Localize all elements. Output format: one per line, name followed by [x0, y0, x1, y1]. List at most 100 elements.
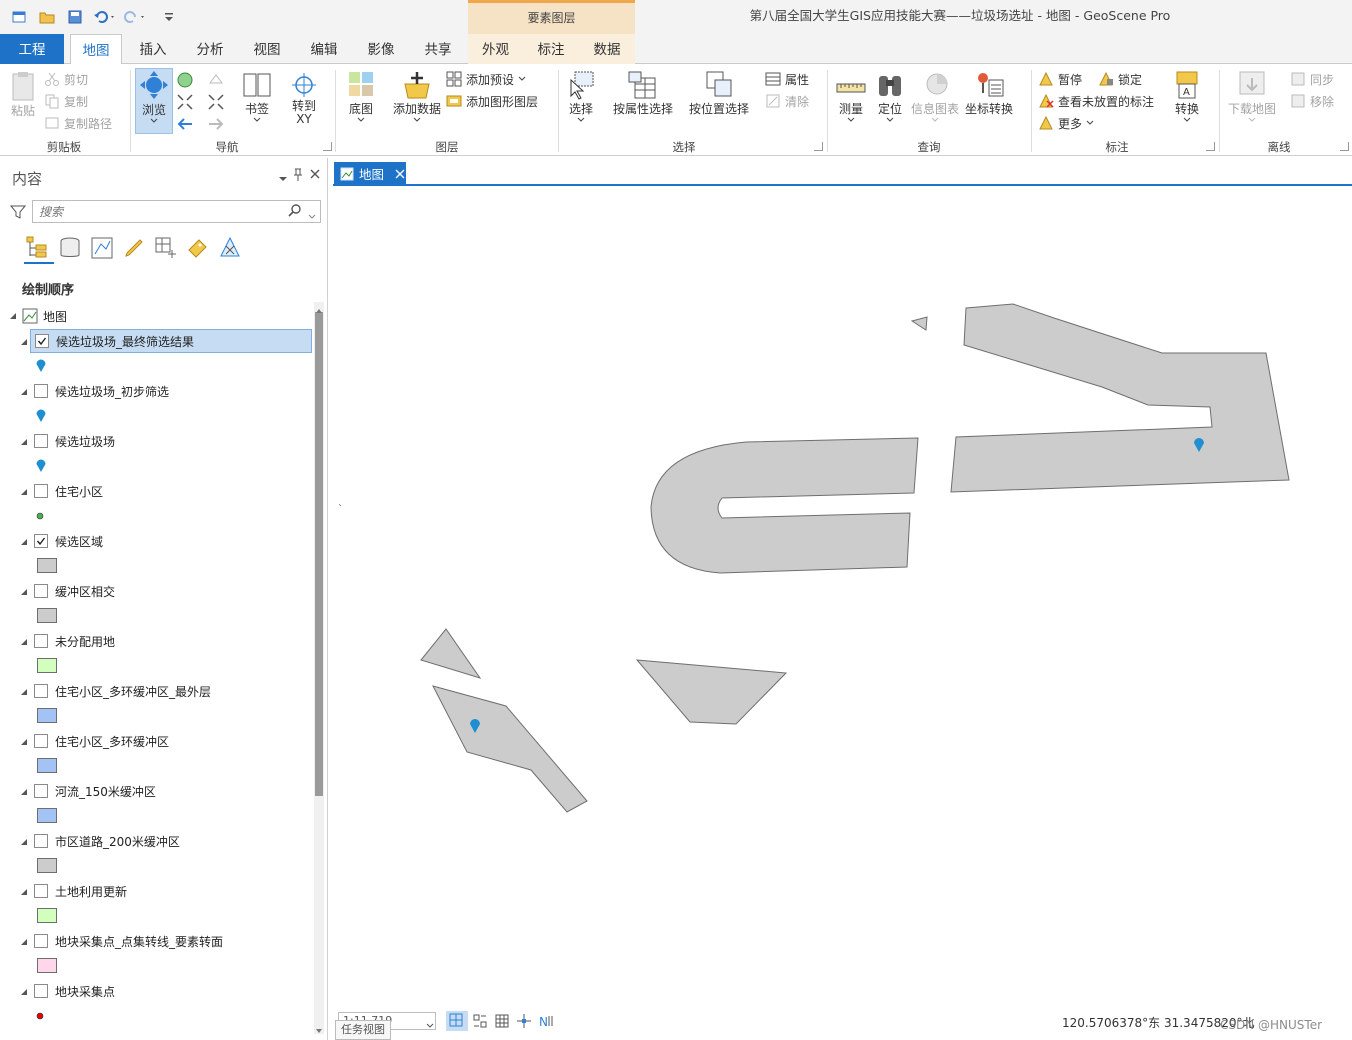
pause-labels-button[interactable]: 暂停 [1038, 69, 1082, 89]
layer-visibility-checkbox[interactable] [34, 634, 48, 648]
layer-visibility-checkbox[interactable] [34, 784, 48, 798]
candidate-area-polygon[interactable] [950, 303, 1290, 493]
infographics-button[interactable]: 信息图表 [910, 70, 960, 123]
navigation-mode-icon[interactable] [446, 1011, 468, 1031]
offline-launcher-icon[interactable] [1340, 142, 1349, 151]
layer-visibility-checkbox[interactable] [34, 884, 48, 898]
layer-row[interactable]: 住宅小区_多环缓冲区 [20, 729, 310, 753]
redo-icon[interactable] [122, 8, 148, 26]
map-node[interactable]: 地图 [8, 306, 308, 326]
paste-button[interactable]: 粘贴 [6, 70, 40, 119]
select-by-location-button[interactable]: 按位置选择 [686, 70, 752, 117]
open-project-icon[interactable] [38, 8, 56, 26]
reference-scale-icon[interactable] [472, 1013, 488, 1032]
pause-drawing-icon[interactable]: N [538, 1013, 554, 1032]
pin-pane-icon[interactable] [292, 168, 304, 185]
fixed-zoom-out-icon[interactable] [207, 93, 225, 114]
scroll-up-icon[interactable] [315, 303, 323, 317]
tab-imagery[interactable]: 影像 [355, 34, 407, 64]
search-options-chevron-icon[interactable] [308, 209, 316, 223]
copy-button[interactable]: 复制 [44, 91, 88, 111]
download-map-button[interactable]: 下载地图 [1226, 70, 1278, 123]
explore-button[interactable]: 浏览 [135, 68, 173, 134]
search-icon[interactable] [288, 204, 302, 221]
tab-insert[interactable]: 插入 [128, 34, 178, 64]
layer-row[interactable]: 住宅小区_多环缓冲区_最外层 [20, 679, 310, 703]
customize-toolbar-icon[interactable] [160, 8, 178, 26]
layer-row[interactable]: 候选垃圾场_最终筛选结果 [30, 329, 312, 353]
coordinate-conversion-button[interactable]: 坐标转换 [962, 70, 1016, 117]
tab-labeling[interactable]: 标注 [523, 34, 579, 64]
list-by-snapping-icon[interactable] [154, 236, 178, 263]
close-tab-icon[interactable] [395, 169, 405, 179]
expand-arrow-icon[interactable] [8, 311, 18, 321]
layer-visibility-checkbox[interactable] [34, 834, 48, 848]
basemap-button[interactable]: 底图 [340, 70, 382, 123]
bookmarks-button[interactable]: 书签 [236, 70, 278, 123]
layer-visibility-checkbox[interactable] [35, 334, 49, 348]
locate-button[interactable]: 定位 [872, 70, 908, 123]
selection-launcher-icon[interactable] [814, 142, 823, 151]
scale-dropdown-icon[interactable] [426, 1018, 434, 1032]
save-icon[interactable] [66, 8, 84, 26]
tab-data[interactable]: 数据 [579, 34, 635, 64]
full-extent-icon[interactable] [176, 71, 194, 92]
layer-row[interactable]: 缓冲区相交 [20, 579, 310, 603]
add-data-button[interactable]: 添加数据 [390, 70, 444, 123]
grid-icon[interactable] [494, 1013, 510, 1032]
list-by-labeling-icon[interactable] [186, 236, 210, 263]
layer-row[interactable]: 未分配用地 [20, 629, 310, 653]
layer-visibility-checkbox[interactable] [34, 484, 48, 498]
layer-visibility-checkbox[interactable] [34, 584, 48, 598]
tab-view[interactable]: 视图 [241, 34, 293, 64]
close-pane-icon[interactable] [309, 168, 321, 183]
layer-visibility-checkbox[interactable] [34, 384, 48, 398]
list-by-source-icon[interactable] [58, 236, 82, 263]
candidate-area-polygon[interactable] [420, 628, 482, 679]
layer-row[interactable]: 土地利用更新 [20, 879, 310, 903]
previous-extent-icon[interactable] [176, 115, 194, 136]
map-svg[interactable]: ` [333, 186, 1352, 1008]
navigate-launcher-icon[interactable] [323, 142, 332, 151]
new-project-icon[interactable] [10, 8, 28, 26]
view-unplaced-labels-button[interactable]: 查看未放置的标注 [1038, 91, 1154, 111]
select-by-attributes-button[interactable]: 按属性选择 [610, 70, 676, 117]
remove-button[interactable]: 移除 [1290, 91, 1334, 111]
layer-row[interactable]: 市区道路_200米缓冲区 [20, 829, 310, 853]
candidate-area-polygon[interactable] [650, 437, 919, 574]
more-labeling-button[interactable]: 更多 [1038, 113, 1094, 133]
layer-row[interactable]: 候选垃圾场 [20, 429, 310, 453]
contents-search-input[interactable] [32, 200, 321, 223]
layer-row[interactable]: 候选区域 [20, 529, 310, 553]
tab-appearance[interactable]: 外观 [468, 34, 523, 64]
undo-icon[interactable] [92, 8, 118, 26]
clear-button[interactable]: 清除 [765, 91, 809, 111]
zoom-to-selection-icon[interactable] [207, 71, 225, 92]
labeling-launcher-icon[interactable] [1206, 142, 1215, 151]
candidate-area-polygon[interactable] [910, 316, 928, 331]
tab-edit[interactable]: 编辑 [298, 34, 350, 64]
attributes-button[interactable]: 属性 [765, 69, 809, 89]
layer-visibility-checkbox[interactable] [34, 984, 48, 998]
select-button[interactable]: 选择 [563, 70, 599, 123]
lock-labels-button[interactable]: 锁定 [1098, 69, 1142, 89]
list-by-perspective-imagery-icon[interactable] [218, 236, 242, 263]
copy-path-button[interactable]: 复制路径 [44, 113, 112, 133]
tab-project[interactable]: 工程 [0, 34, 64, 64]
layer-visibility-checkbox[interactable] [34, 684, 48, 698]
expand-arrow-icon[interactable] [20, 336, 29, 350]
layer-row[interactable]: 地块采集点_点集转线_要素转面 [20, 929, 310, 953]
tab-share[interactable]: 共享 [412, 34, 464, 64]
sync-button[interactable]: 同步 [1290, 69, 1334, 89]
filter-icon[interactable] [9, 204, 27, 223]
candidate-area-polygon[interactable] [635, 659, 788, 725]
next-extent-icon[interactable] [207, 115, 225, 136]
scroll-down-icon[interactable] [315, 1024, 323, 1038]
list-by-drawing-order-icon[interactable] [24, 234, 54, 264]
add-graphics-layer-button[interactable]: 添加图形图层 [446, 91, 538, 111]
cut-button[interactable]: 剪切 [44, 69, 88, 89]
layer-row[interactable]: 河流_150米缓冲区 [20, 779, 310, 803]
map-canvas[interactable]: ` [333, 186, 1352, 1008]
map-view-tab[interactable]: 地图 [334, 162, 406, 185]
layer-visibility-checkbox[interactable] [34, 534, 48, 548]
